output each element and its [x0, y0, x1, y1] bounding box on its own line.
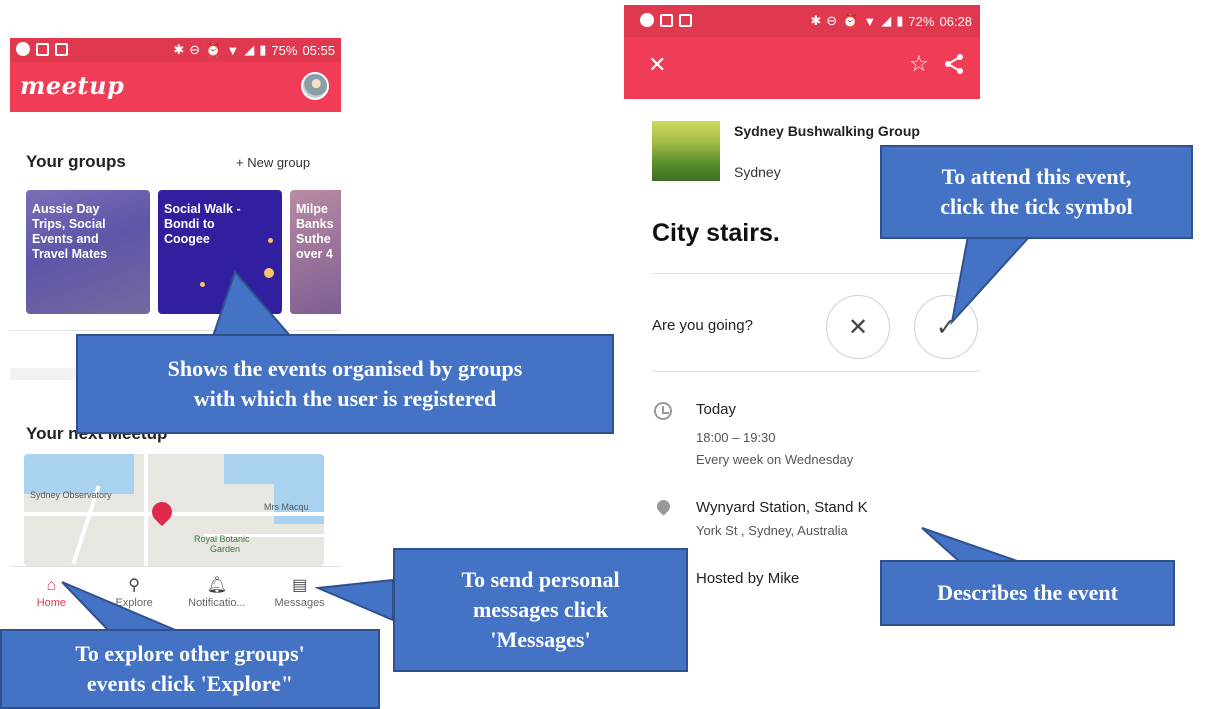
explore-callout: To explore other groups' events click 'E… [0, 629, 380, 709]
messages-callout: To send personal messages click 'Message… [393, 548, 688, 672]
describe-callout: Describes the event [880, 560, 1175, 626]
describe-callout-pointer [921, 527, 1021, 563]
groups-callout: Shows the events organised by groups wit… [76, 334, 614, 434]
attend-callout: To attend this event, click the tick sym… [880, 145, 1193, 239]
explore-callout-pointer [61, 581, 181, 633]
attend-callout-pointer [950, 235, 1033, 326]
messages-callout-pointer [314, 578, 394, 622]
